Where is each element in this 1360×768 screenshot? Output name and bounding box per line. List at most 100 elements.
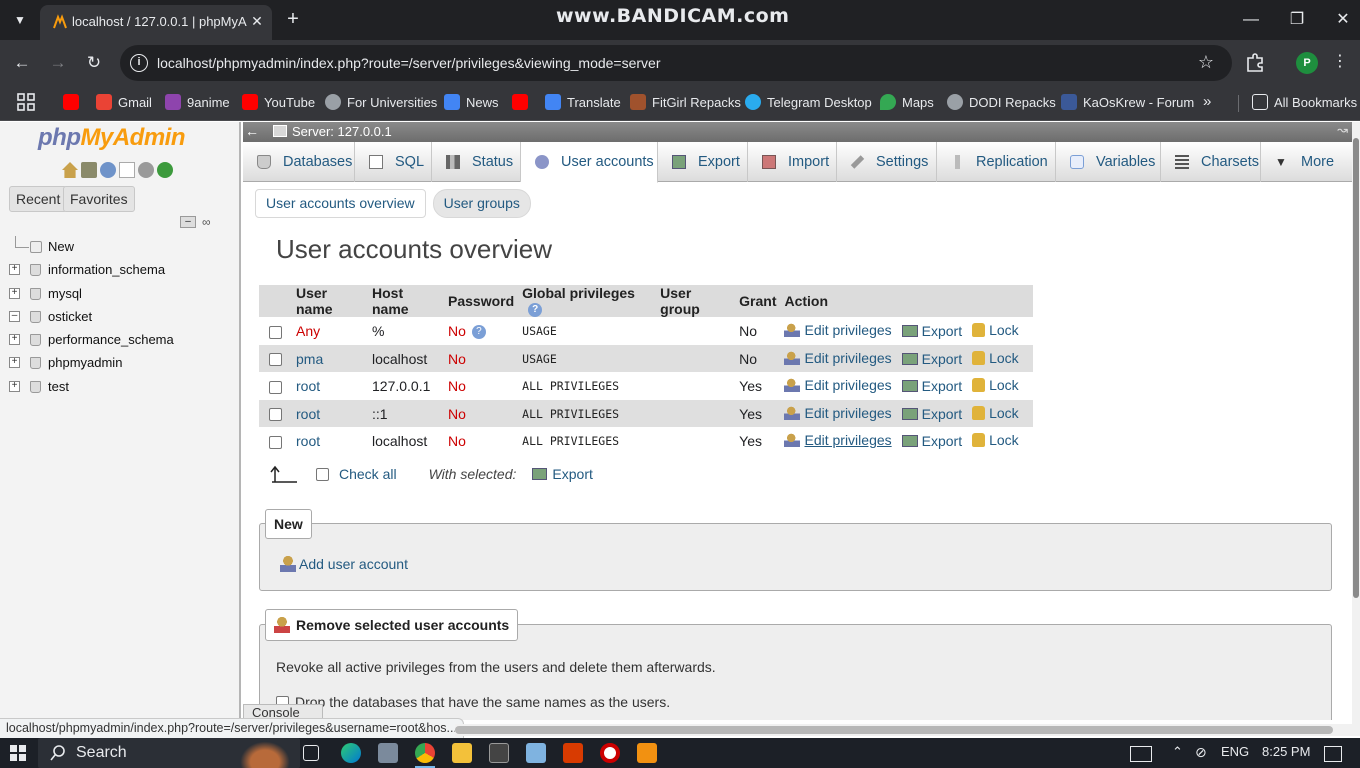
help-icon[interactable]: ? [528, 303, 543, 318]
collapse-nav-icon[interactable]: ← [245, 123, 261, 139]
bookmark-gmail[interactable]: Gmail [96, 90, 152, 114]
close-window-button[interactable]: ✕ [1330, 8, 1356, 32]
app-icon[interactable] [378, 743, 398, 763]
check-all-label[interactable]: Check all [339, 466, 397, 482]
row-checkbox[interactable] [269, 380, 282, 394]
server-label[interactable]: Server: 127.0.0.1 [292, 124, 392, 139]
bandicam-icon[interactable] [600, 743, 620, 763]
windows-start-icon[interactable] [10, 745, 26, 761]
lock-user-link[interactable]: Lock [972, 350, 1019, 366]
file-explorer-icon[interactable] [452, 743, 472, 763]
clock[interactable]: 8:25 PM [1262, 744, 1310, 759]
row-checkbox[interactable] [269, 408, 282, 422]
bookmark-translate[interactable]: Translate [545, 90, 621, 114]
forward-button[interactable]: → [46, 51, 70, 75]
site-info-icon[interactable]: i [130, 54, 148, 72]
bookmark-star-icon[interactable]: ☆ [1198, 52, 1214, 73]
bookmarks-overflow-icon[interactable]: » [1203, 93, 1211, 110]
drop-databases-option[interactable]: Drop the databases that have the same na… [276, 694, 670, 710]
subtab-user-accounts-overview[interactable]: User accounts overview [255, 189, 426, 218]
bookmark-fitgirl[interactable]: FitGirl Repacks [630, 90, 741, 114]
help-icon[interactable] [100, 162, 116, 178]
export-user-link[interactable]: Export [901, 433, 962, 449]
collapse-icon[interactable]: – [9, 310, 20, 322]
browser-tab[interactable]: localhost / 127.0.0.1 | phpMyAdmin ✕ [40, 5, 272, 40]
all-bookmarks-button[interactable]: All Bookmarks [1252, 90, 1357, 114]
tab-sql[interactable]: SQL [355, 142, 432, 182]
edit-privileges-link[interactable]: Edit privileges [784, 350, 892, 366]
lock-user-link[interactable]: Lock [972, 377, 1019, 393]
check-all-checkbox[interactable] [316, 467, 329, 481]
tree-item-database[interactable]: + phpmyadmin [0, 352, 239, 375]
tree-item-new[interactable]: New [0, 236, 239, 259]
collapse-all-icon[interactable]: – [180, 216, 196, 228]
expand-icon[interactable]: + [9, 287, 20, 299]
tab-variables[interactable]: Variables [1056, 142, 1161, 182]
add-user-account-link[interactable]: Add user account [280, 556, 408, 572]
edge-icon[interactable] [341, 743, 361, 763]
new-tab-button[interactable]: + [282, 8, 304, 30]
tree-item-database[interactable]: + performance_schema [0, 329, 239, 352]
documentation-icon[interactable] [119, 162, 135, 178]
horizontal-scrollbar[interactable] [455, 724, 1360, 736]
task-view-icon[interactable] [303, 745, 319, 761]
tab-close-icon[interactable]: ✕ [248, 12, 266, 30]
bookmark-9anime[interactable]: 9anime [165, 90, 230, 114]
export-user-link[interactable]: Export [901, 323, 962, 339]
language-indicator[interactable]: ENG [1221, 744, 1249, 759]
lock-user-link[interactable]: Lock [972, 432, 1019, 448]
edit-privileges-link[interactable]: Edit privileges [784, 405, 892, 421]
tab-search-button[interactable]: ▼ [8, 8, 32, 32]
xampp-icon[interactable] [637, 743, 657, 763]
expand-icon[interactable]: + [9, 334, 20, 346]
row-checkbox[interactable] [269, 435, 282, 449]
scrollbar-thumb[interactable] [455, 726, 1333, 734]
row-checkbox[interactable] [269, 325, 282, 339]
expand-icon[interactable]: + [9, 357, 20, 369]
office-icon[interactable] [563, 743, 583, 763]
back-button[interactable]: ← [10, 51, 34, 75]
bookmark-kaoskrew[interactable]: KaOsKrew - Forum [1061, 90, 1194, 114]
address-url[interactable]: localhost/phpmyadmin/index.php?route=/se… [157, 55, 661, 71]
tree-item-database[interactable]: + test [0, 376, 239, 399]
tab-status[interactable]: Status [432, 142, 521, 182]
expand-icon[interactable]: + [9, 380, 20, 392]
tab-settings[interactable]: Settings [837, 142, 937, 182]
taskbar-search[interactable]: Search [38, 738, 300, 768]
scrollbar-thumb[interactable] [1353, 138, 1359, 598]
tab-charsets[interactable]: Charsets [1161, 142, 1261, 182]
bookmark-news[interactable]: News [444, 90, 499, 114]
recent-tables-button[interactable]: Recent [9, 186, 68, 212]
calendar-app-icon[interactable] [489, 743, 509, 763]
tab-more[interactable]: ▼ More [1261, 142, 1352, 182]
profile-avatar[interactable]: P [1296, 52, 1318, 74]
home-icon[interactable] [62, 162, 78, 178]
expand-icon[interactable]: + [9, 264, 20, 276]
link-icon[interactable]: ∞ [202, 216, 216, 228]
browser-menu-icon[interactable]: ⋮ [1330, 51, 1350, 73]
toggle-header-icon[interactable]: ↝ [1337, 122, 1348, 138]
logout-icon[interactable] [81, 162, 97, 178]
subtab-user-groups[interactable]: User groups [432, 189, 531, 218]
edit-privileges-link[interactable]: Edit privileges [784, 377, 892, 393]
bookmark-telegram[interactable]: Telegram Desktop [745, 90, 872, 114]
tab-import[interactable]: Import [748, 142, 837, 182]
export-user-link[interactable]: Export [901, 378, 962, 394]
bookmark-for-universities[interactable]: For Universities [325, 90, 437, 114]
tab-replication[interactable]: Replication [937, 142, 1056, 182]
tab-user-accounts[interactable]: User accounts [521, 142, 658, 183]
help-icon[interactable]: ? [471, 325, 486, 340]
notepad-icon[interactable] [526, 743, 546, 763]
tab-databases[interactable]: Databases [243, 142, 355, 182]
notifications-icon[interactable] [1324, 746, 1342, 762]
edit-privileges-link[interactable]: Edit privileges [784, 322, 892, 338]
edit-privileges-link[interactable]: Edit privileges [784, 432, 892, 448]
chrome-icon[interactable] [415, 743, 435, 768]
phpmyadmin-logo[interactable]: phpMyAdmin [38, 124, 185, 152]
keyboard-icon[interactable] [1130, 746, 1152, 762]
bookmark-youtube[interactable]: YouTube [242, 90, 315, 114]
extensions-icon[interactable] [1244, 51, 1266, 73]
favorite-tables-button[interactable]: Favorites [63, 186, 135, 212]
reload-nav-icon[interactable] [157, 162, 173, 178]
bookmark-dodi[interactable]: DODI Repacks [947, 90, 1056, 114]
